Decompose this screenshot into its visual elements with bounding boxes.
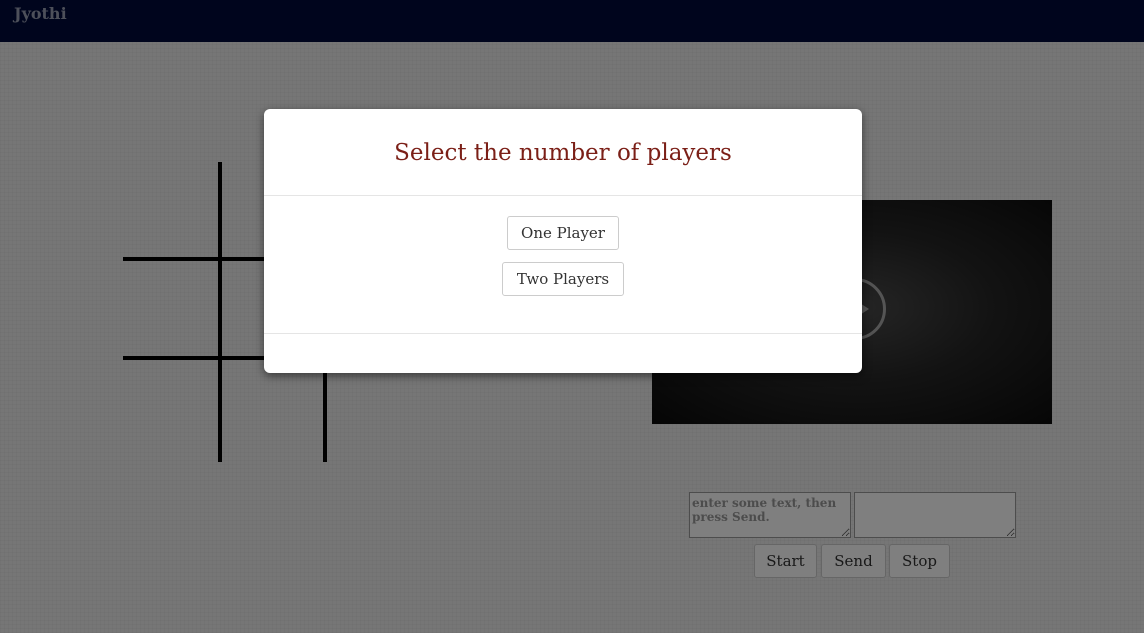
one-player-button[interactable]: One Player — [507, 216, 619, 250]
modal-footer — [264, 333, 862, 374]
two-players-button[interactable]: Two Players — [502, 262, 624, 296]
modal-body: One Player Two Players — [264, 196, 862, 333]
modal-header: Select the number of players — [264, 109, 862, 196]
modal-title: Select the number of players — [394, 140, 732, 166]
player-select-modal: Select the number of players One Player … — [264, 109, 862, 373]
